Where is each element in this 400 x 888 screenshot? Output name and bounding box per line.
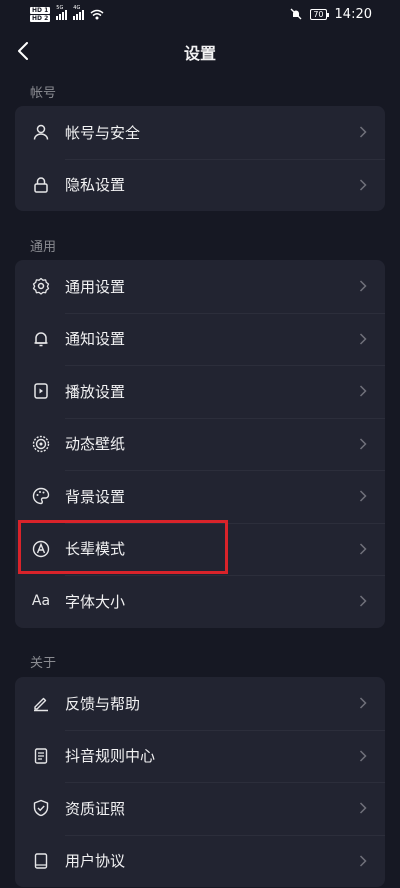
item-general-settings[interactable]: 通用设置 — [15, 260, 385, 313]
status-bar: HD 1 HD 2 5G 4G 70 14:20 — [0, 0, 400, 28]
item-playback-settings[interactable]: 播放设置 — [15, 365, 385, 418]
item-privacy-settings[interactable]: 隐私设置 — [15, 158, 385, 212]
item-label: 帐号与安全 — [65, 123, 141, 142]
font-size-icon: Aa — [31, 593, 51, 610]
item-label: 字体大小 — [65, 592, 126, 611]
chevron-right-icon — [357, 594, 369, 608]
signal-icon: 5G — [56, 5, 68, 20]
header: 设置 — [0, 28, 400, 76]
chevron-right-icon — [357, 489, 369, 503]
hd-badge-2: HD 2 — [30, 14, 51, 22]
chevron-right-icon — [357, 696, 369, 710]
item-account-security[interactable]: 帐号与安全 — [15, 106, 385, 159]
chevron-right-icon — [357, 384, 369, 398]
signal-icon-2: 4G — [73, 5, 85, 20]
chevron-right-icon — [357, 332, 369, 346]
chevron-right-icon — [357, 125, 369, 139]
shield-check-icon — [31, 798, 51, 818]
lock-icon — [31, 175, 51, 195]
rules-icon — [31, 746, 51, 766]
mute-bell-icon — [290, 8, 302, 20]
section-label-account: 帐号 — [30, 86, 57, 101]
item-user-agreement[interactable]: 用户协议 — [15, 834, 385, 888]
item-live-wallpaper[interactable]: 动态壁纸 — [15, 417, 385, 471]
gear-icon — [31, 276, 51, 296]
item-label: 播放设置 — [65, 382, 126, 401]
item-font-size[interactable]: Aa 字体大小 — [15, 575, 385, 628]
item-label: 用户协议 — [65, 852, 126, 871]
item-qualifications[interactable]: 资质证照 — [15, 782, 385, 835]
wifi-icon — [90, 9, 104, 19]
chevron-right-icon — [357, 801, 369, 815]
item-label: 资质证照 — [65, 799, 126, 818]
clock: 14:20 — [334, 6, 372, 22]
item-feedback-help[interactable]: 反馈与帮助 — [15, 677, 385, 730]
palette-icon — [31, 486, 51, 506]
wallpaper-icon — [31, 434, 51, 454]
edit-icon — [31, 693, 51, 713]
battery-indicator: 70 — [310, 8, 329, 20]
item-label: 抖音规则中心 — [65, 747, 156, 766]
page-title: 设置 — [183, 44, 216, 63]
hd-badge-1: HD 1 — [30, 6, 51, 14]
highlight-box — [18, 520, 228, 574]
item-rules-center[interactable]: 抖音规则中心 — [15, 729, 385, 783]
item-label: 通用设置 — [65, 277, 126, 296]
play-icon — [31, 381, 51, 401]
item-label: 反馈与帮助 — [65, 694, 141, 713]
item-label: 背景设置 — [65, 487, 126, 506]
section-label-general: 通用 — [30, 240, 57, 255]
bell-icon — [31, 329, 51, 349]
chevron-right-icon — [357, 542, 369, 556]
section-label-about: 关于 — [30, 656, 57, 671]
item-label: 通知设置 — [65, 330, 126, 349]
chevron-right-icon — [357, 749, 369, 763]
card-account: 帐号与安全 隐私设置 — [15, 106, 385, 211]
item-label: 隐私设置 — [65, 176, 126, 195]
card-about: 反馈与帮助 抖音规则中心 资质证照 用户协议 — [15, 677, 385, 887]
user-icon — [31, 122, 51, 142]
item-label: 动态壁纸 — [65, 435, 126, 454]
chevron-right-icon — [357, 854, 369, 868]
chevron-right-icon — [357, 178, 369, 192]
chevron-right-icon — [357, 437, 369, 451]
book-icon — [31, 851, 51, 871]
chevron-right-icon — [357, 279, 369, 293]
item-notification-settings[interactable]: 通知设置 — [15, 312, 385, 366]
item-background-settings[interactable]: 背景设置 — [15, 470, 385, 523]
